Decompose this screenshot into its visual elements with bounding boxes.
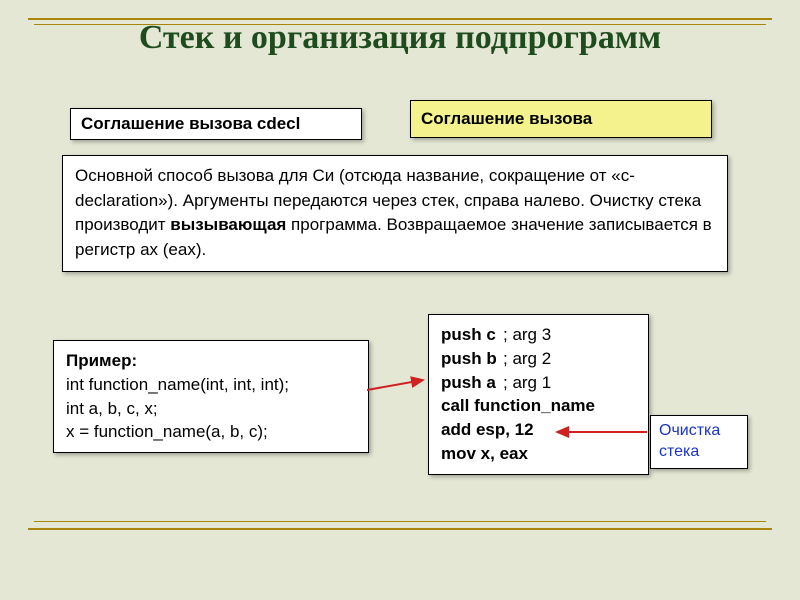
example-label: Пример: bbox=[66, 349, 356, 373]
asm-box: push c; arg 3 push b; arg 2 push a; arg … bbox=[428, 314, 649, 475]
asm-cm-0: ; arg 3 bbox=[503, 323, 551, 347]
header-left-box: Соглашение вызова cdecl bbox=[70, 108, 362, 140]
asm-cm-2: ; arg 1 bbox=[503, 371, 551, 395]
cleanup-line1: Очистка bbox=[659, 421, 739, 442]
asm-op-1: push b bbox=[441, 347, 503, 371]
asm-op-0: push c bbox=[441, 323, 503, 347]
example-line3: x = function_name(a, b, c); bbox=[66, 420, 356, 444]
asm-cm-1: ; arg 2 bbox=[503, 347, 551, 371]
main-text-bold: вызывающая bbox=[170, 215, 286, 234]
header-right-box: Соглашение вызова bbox=[410, 100, 712, 138]
asm-op-5: mov x, eax bbox=[441, 442, 528, 466]
asm-op-4: add esp, 12 bbox=[441, 418, 534, 442]
example-line2: int a, b, c, x; bbox=[66, 397, 356, 421]
cleanup-line2: стека bbox=[659, 442, 739, 463]
example-box: Пример: int function_name(int, int, int)… bbox=[53, 340, 369, 453]
cleanup-box: Очистка стека bbox=[650, 415, 748, 469]
asm-op-2: push a bbox=[441, 371, 503, 395]
asm-op-3: call function_name bbox=[441, 394, 595, 418]
main-text-box: Основной способ вызова для Си (отсюда на… bbox=[62, 155, 728, 272]
example-line1: int function_name(int, int, int); bbox=[66, 373, 356, 397]
page-title: Стек и организация подпрограмм bbox=[0, 18, 800, 57]
